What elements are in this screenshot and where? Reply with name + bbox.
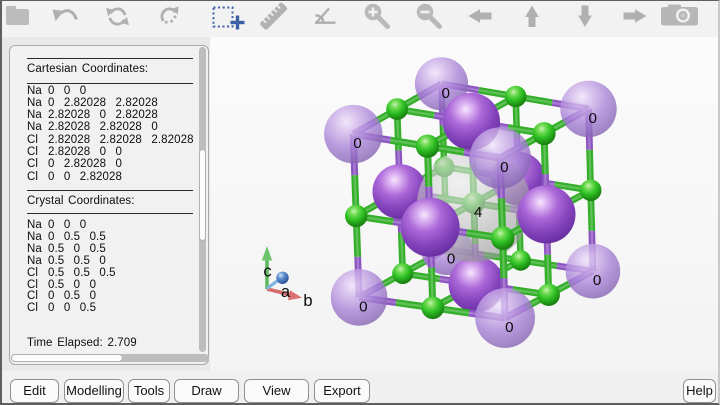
svg-text:0: 0 (447, 250, 455, 267)
svg-text:0: 0 (593, 272, 601, 289)
svg-text:0: 0 (359, 298, 367, 315)
svg-text:c: c (263, 263, 271, 281)
svg-text:a: a (281, 283, 291, 301)
svg-text:0: 0 (588, 110, 596, 127)
svg-text:4: 4 (474, 204, 482, 221)
svg-text:0: 0 (441, 85, 449, 102)
svg-text:0: 0 (353, 135, 361, 152)
svg-text:0: 0 (500, 159, 508, 176)
svg-text:0: 0 (505, 319, 513, 336)
svg-text:b: b (303, 292, 312, 310)
